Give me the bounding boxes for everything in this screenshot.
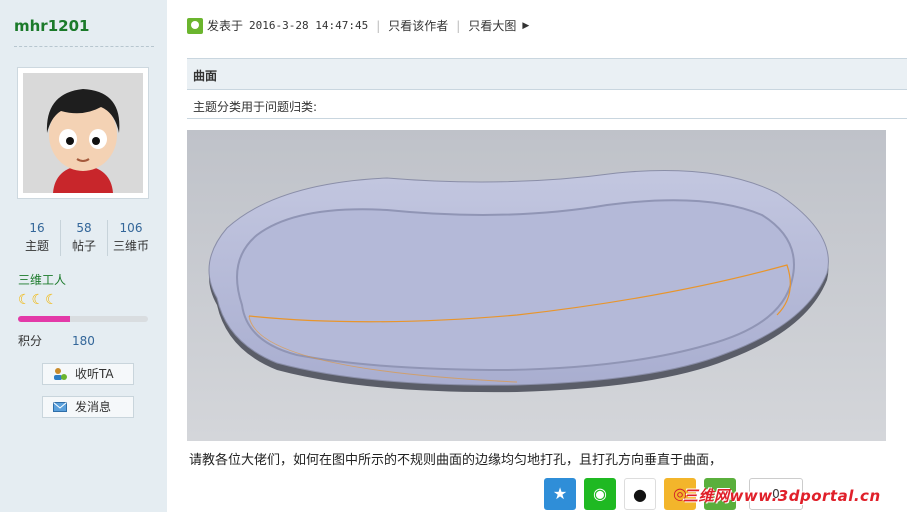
post-title: 曲面 <box>193 69 218 83</box>
send-message-button[interactable]: 发消息 <box>42 396 134 418</box>
post-body: 请教各位大佬们，如何在图中所示的不规则曲面的边缘均匀地打孔，且打孔方向垂直于曲面… <box>189 453 723 468</box>
moon-rank-icon: ☾☾☾ <box>18 292 59 308</box>
cad-surface-render <box>187 130 886 441</box>
avatar-image <box>23 73 143 193</box>
user-sidebar: mhr1201 16 主题 58 帖子 106 三维币 三维工人 ☾☾☾ 积分 … <box>0 0 167 512</box>
qq-icon[interactable]: ● <box>624 478 656 510</box>
online-status-icon <box>187 18 203 34</box>
stat-coins[interactable]: 106 三维币 <box>108 220 154 256</box>
big-image-link[interactable]: 只看大图 <box>468 16 516 36</box>
user-stats: 16 主题 58 帖子 106 三维币 <box>14 220 154 256</box>
follow-button[interactable]: 收听TA <box>42 363 134 385</box>
wechat-icon[interactable]: ◉ <box>584 478 616 510</box>
envelope-icon <box>53 402 67 412</box>
follow-icon <box>54 368 67 380</box>
qzone-icon[interactable]: ★ <box>544 478 576 510</box>
author-only-link[interactable]: 只看该作者 <box>388 16 448 36</box>
post-main: 发表于 2016-3-28 14:47:45 | 只看该作者 | 只看大图 ▶ … <box>187 0 907 512</box>
level-progress-fill <box>18 316 70 322</box>
level-progress-bar <box>18 316 148 322</box>
post-meta: 发表于 2016-3-28 14:47:45 | 只看该作者 | 只看大图 ▶ <box>187 16 529 36</box>
user-group[interactable]: 三维工人 <box>18 271 66 288</box>
stat-posts[interactable]: 58 帖子 <box>61 220 108 256</box>
post-title-bar: 曲面 <box>187 58 907 90</box>
post-timestamp: 2016-3-28 14:47:45 <box>249 19 369 32</box>
points-label: 积分 <box>18 334 43 348</box>
site-watermark: 三维网www.3dportal.cn <box>683 487 881 505</box>
separator: | <box>456 19 461 33</box>
username-link[interactable]: mhr1201 <box>14 17 89 35</box>
divider <box>187 118 907 119</box>
triangle-right-icon: ▶ <box>522 21 530 31</box>
separator: | <box>376 19 381 33</box>
posted-label: 发表于 <box>207 19 244 33</box>
stat-threads[interactable]: 16 主题 <box>14 220 61 256</box>
avatar[interactable] <box>17 67 149 199</box>
points-row: 积分 180 <box>18 332 95 349</box>
post-image[interactable] <box>187 130 886 441</box>
category-label: 主题分类用于问题归类: <box>193 100 318 114</box>
divider <box>14 46 154 47</box>
points-value: 180 <box>72 334 95 348</box>
